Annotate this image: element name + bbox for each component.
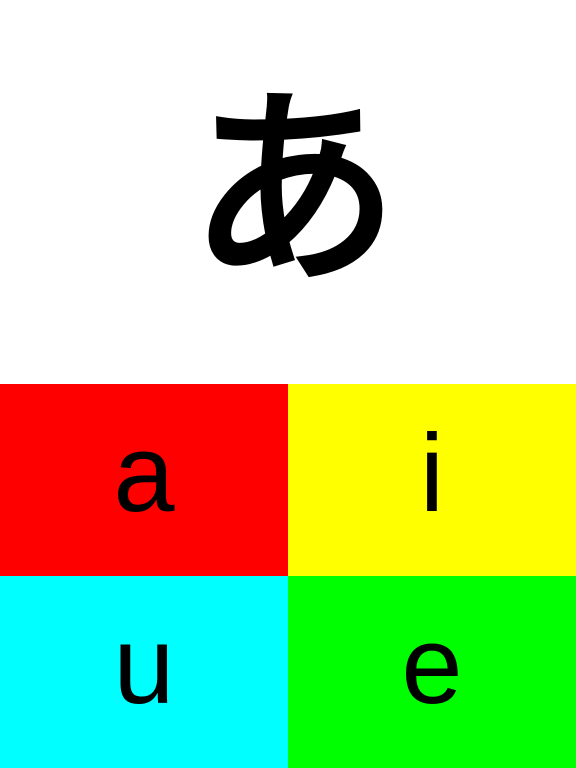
- answer-button-i[interactable]: i: [288, 384, 576, 576]
- answer-button-u[interactable]: u: [0, 576, 288, 768]
- kana-quiz-screen: あ a i u e: [0, 0, 576, 768]
- answer-label-e: e: [401, 604, 463, 727]
- kana-character: あ: [188, 66, 399, 313]
- answer-label-i: i: [419, 412, 445, 535]
- answer-grid: a i u e: [0, 384, 576, 768]
- answer-label-a: a: [113, 412, 175, 535]
- answer-button-e[interactable]: e: [288, 576, 576, 768]
- answer-button-a[interactable]: a: [0, 384, 288, 576]
- prompt-area: あ: [0, 0, 576, 384]
- answer-label-u: u: [113, 604, 175, 727]
